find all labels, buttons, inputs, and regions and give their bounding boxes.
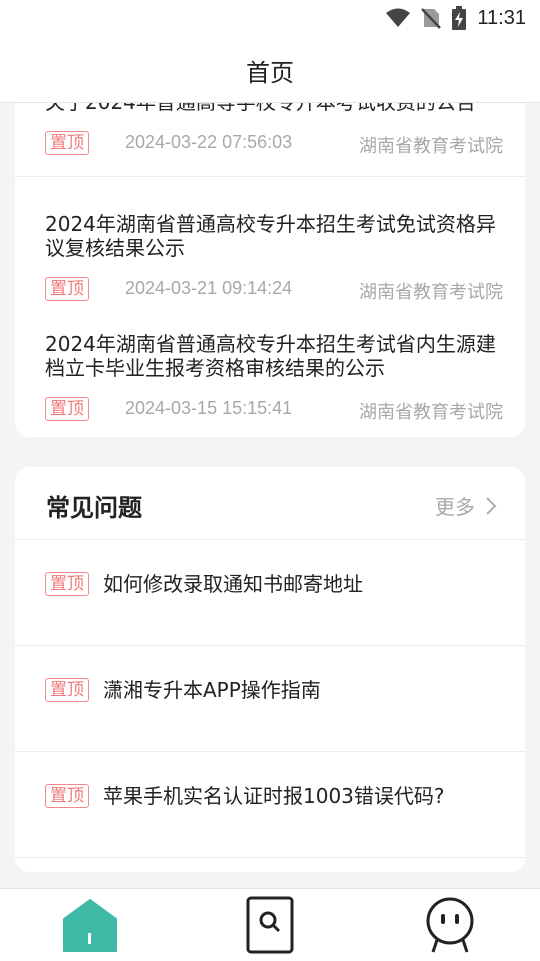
news-item-title: 2024年湖南省普通高校专升本招生考试免试资格异议复核结果公示 xyxy=(45,212,496,260)
wifi-icon xyxy=(386,8,411,27)
news-item-title: 2024年湖南省普通高校专升本招生考试省内生源建档立卡毕业生报考资格审核结果的公… xyxy=(45,332,496,380)
pinned-badge: 置顶 xyxy=(45,397,89,421)
pinned-badge: 置顶 xyxy=(45,678,89,702)
news-item-date: 2024-03-15 15:15:41 xyxy=(125,398,293,418)
pinned-badge: 置顶 xyxy=(45,572,89,596)
faq-more-link[interactable]: 更多 xyxy=(435,491,497,520)
status-icons: 11:31 xyxy=(385,6,526,30)
news-item[interactable]: 2024年湖南省普通高校专升本招生考试免试资格异议复核结果公示 置顶 2024-… xyxy=(15,177,525,303)
bottom-nav xyxy=(0,888,540,961)
faq-header: 常见问题 更多 xyxy=(15,467,525,539)
faq-item[interactable]: 置顶 苹果手机实名认证时报1003错误代码? xyxy=(15,752,525,858)
nav-search[interactable] xyxy=(210,889,330,961)
news-item-date: 2024-03-22 07:56:03 xyxy=(125,132,293,152)
app-header: 首页 xyxy=(0,36,540,103)
faq-item-text: 潇湘专升本APP操作指南 xyxy=(103,678,321,702)
news-card: 关于2024年普通高等学校专升本考试收费的公告 置顶 2024-03-22 07… xyxy=(15,102,525,437)
chat-face-icon xyxy=(426,897,474,953)
faq-item[interactable]: 置顶 潇湘专升本APP操作指南 xyxy=(15,646,525,752)
nav-home[interactable] xyxy=(30,889,150,961)
chevron-right-icon xyxy=(486,496,497,515)
more-label: 更多 xyxy=(435,495,475,519)
divider xyxy=(15,857,525,858)
battery-charging-icon xyxy=(452,6,467,30)
news-item-title: 关于2024年普通高等学校专升本考试收费的公告 xyxy=(45,102,476,114)
clock: 11:31 xyxy=(477,6,526,29)
faq-item-text: 如何修改录取通知书邮寄地址 xyxy=(103,572,363,596)
faq-card: 常见问题 更多 置顶 如何修改录取通知书邮寄地址 置顶 潇湘专升本APP操作指南… xyxy=(15,467,525,872)
no-sim-icon xyxy=(421,8,442,29)
faq-title: 常见问题 xyxy=(46,494,142,522)
news-item[interactable]: 2024年湖南省普通高校专升本招生考试省内生源建档立卡毕业生报考资格审核结果的公… xyxy=(15,297,525,437)
faq-item-text: 苹果手机实名认证时报1003错误代码? xyxy=(103,784,445,808)
news-item[interactable]: 关于2024年普通高等学校专升本考试收费的公告 置顶 2024-03-22 07… xyxy=(15,102,525,177)
faq-item[interactable]: 置顶 如何修改录取通知书邮寄地址 xyxy=(15,540,525,646)
news-item-meta: 置顶 2024-03-22 07:56:03 湖南省教育考试院 xyxy=(45,131,503,157)
news-item-source: 湖南省教育考试院 xyxy=(359,136,503,157)
home-icon xyxy=(63,899,117,952)
news-item-source: 湖南省教育考试院 xyxy=(359,402,503,423)
news-item-date: 2024-03-21 09:14:24 xyxy=(125,278,293,298)
pinned-badge: 置顶 xyxy=(45,784,89,808)
nav-service[interactable] xyxy=(390,889,510,961)
pinned-badge: 置顶 xyxy=(45,131,89,155)
content-scroll[interactable]: 关于2024年普通高等学校专升本考试收费的公告 置顶 2024-03-22 07… xyxy=(0,102,540,888)
news-item-meta: 置顶 2024-03-15 15:15:41 湖南省教育考试院 xyxy=(45,397,503,423)
page-title: 首页 xyxy=(246,59,294,87)
status-bar: 11:31 xyxy=(0,0,540,36)
search-document-icon xyxy=(246,896,294,954)
